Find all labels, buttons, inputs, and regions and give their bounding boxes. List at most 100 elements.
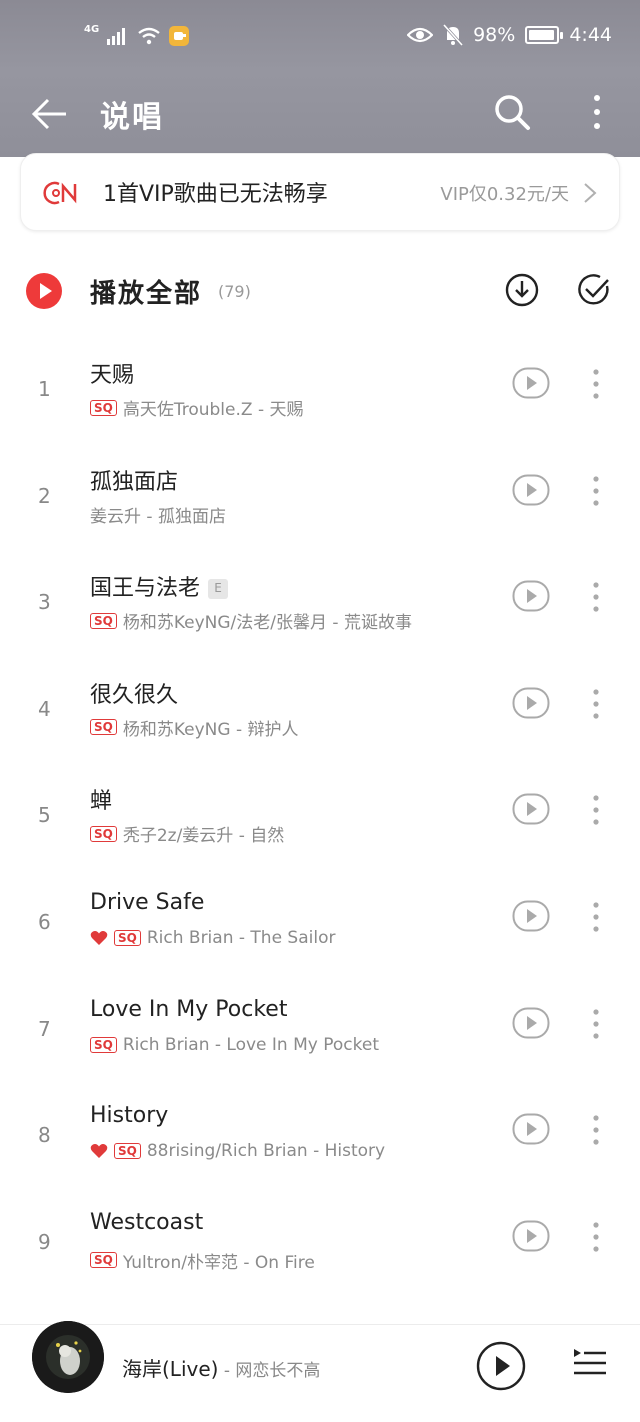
playlist-icon[interactable] <box>572 1345 608 1381</box>
album-cover[interactable] <box>32 1321 104 1393</box>
vip-banner[interactable]: 1首VIP歌曲已无法畅享 VIP仅0.32元/天 <box>20 153 620 231</box>
mv-play-icon[interactable] <box>512 474 550 506</box>
mv-play-icon[interactable] <box>512 367 550 399</box>
song-title[interactable]: 国王与法老 E <box>90 570 229 602</box>
mv-play-icon[interactable] <box>512 793 550 825</box>
mv-play-icon[interactable] <box>512 1220 550 1252</box>
song-index: 5 <box>38 803 51 828</box>
song-title-text: 很久很久 <box>90 682 179 708</box>
status-bar: 4G 98% 4:44 <box>0 0 640 80</box>
multi-select-icon[interactable] <box>576 272 612 308</box>
play-all-icon[interactable] <box>26 273 62 309</box>
song-index: 1 <box>38 377 51 401</box>
now-playing[interactable]: 海岸(Live) - 网恋长不高 <box>122 1353 320 1382</box>
song-title-text: 天赐 <box>90 363 135 388</box>
now-playing-title: 海岸(Live) <box>122 1357 219 1381</box>
song-row[interactable]: 4 很久很久 SQ 杨和苏KeyNG - 辩护人 <box>0 655 640 762</box>
song-more-icon[interactable] <box>584 1113 608 1147</box>
song-title[interactable]: History <box>90 1103 168 1128</box>
heart-icon <box>90 931 108 945</box>
chevron-right-icon <box>584 183 597 203</box>
song-artist-album: 杨和苏KeyNG - 辩护人 <box>122 719 299 740</box>
mv-play-icon[interactable] <box>512 580 550 612</box>
song-more-icon[interactable] <box>584 793 608 827</box>
status-left: 4G <box>84 23 190 46</box>
song-list: 1 天赐 SQ 高天佐Trouble.Z - 天赐 2 孤独面店姜云升 - 孤独面店 3 国王… <box>0 335 640 1294</box>
status-right: 98% 4:44 <box>407 24 612 46</box>
back-arrow-icon[interactable] <box>30 94 70 134</box>
mute-bell-icon <box>443 24 464 46</box>
song-row[interactable]: 2 孤独面店姜云升 - 孤独面店 <box>0 442 640 549</box>
song-title-text: 蝉 <box>90 789 113 815</box>
play-pause-icon[interactable] <box>476 1341 526 1391</box>
mv-play-icon[interactable] <box>512 687 550 719</box>
mini-player[interactable]: 海岸(Live) - 网恋长不高 <box>0 1321 640 1422</box>
nav-bar: 说唱 <box>0 82 640 157</box>
sq-badge: SQ <box>114 1143 141 1160</box>
explicit-badge: E <box>208 579 229 600</box>
song-index: 2 <box>38 483 51 508</box>
song-more-icon[interactable] <box>584 900 608 934</box>
song-artist-album: Yultron/朴宰范 - On Fire <box>122 1252 315 1273</box>
eye-icon <box>407 27 434 43</box>
song-row[interactable]: 5 蝉 SQ 秃子2z/姜云升 - 自然 <box>0 761 640 868</box>
sq-badge: SQ <box>90 612 117 629</box>
clock: 4:44 <box>569 24 612 46</box>
battery-icon <box>525 26 564 44</box>
sq-badge: SQ <box>90 719 117 736</box>
network-type: 4G <box>84 23 100 35</box>
battery-percent: 98% <box>473 24 516 46</box>
song-title-text: Westcoast <box>90 1209 204 1235</box>
song-title[interactable]: 天赐 <box>90 357 134 389</box>
search-icon[interactable] <box>492 92 532 132</box>
song-subtitle: SQ Rich Brian - Love In My Pocket <box>90 1035 379 1055</box>
song-more-icon[interactable] <box>584 474 608 508</box>
now-playing-artist: - 网恋长不高 <box>218 1361 321 1381</box>
song-row[interactable]: 7 Love In My Pocket SQ Rich Brian - Love In… <box>0 975 640 1082</box>
sq-badge: SQ <box>90 399 117 416</box>
song-title-text: 国王与法老 <box>90 576 201 602</box>
play-all-row[interactable]: 播放全部 (79) <box>0 258 640 328</box>
song-index: 7 <box>38 1016 51 1041</box>
song-title[interactable]: 蝉 <box>90 783 112 815</box>
song-row[interactable]: 3 国王与法老 E SQ 杨和苏KeyNG/法老/张馨月 - 荒诞故事 <box>0 548 640 655</box>
song-title[interactable]: Drive Safe <box>90 890 204 915</box>
song-title[interactable]: 很久很久 <box>90 677 178 709</box>
song-row[interactable]: 8 History SQ 88rising/Rich Brian - History <box>0 1081 640 1188</box>
song-artist-album: 高天佐Trouble.Z - 天赐 <box>122 400 304 420</box>
song-title-text: History <box>90 1103 169 1129</box>
song-row[interactable]: 9 Westcoast SQ Yultron/朴宰范 - On Fire <box>0 1188 640 1295</box>
sq-badge: SQ <box>90 825 117 842</box>
mv-play-icon[interactable] <box>512 900 550 932</box>
song-subtitle: SQ Rich Brian - The Sailor <box>90 928 335 948</box>
vip-offer[interactable]: VIP仅0.32元/天 <box>440 180 569 206</box>
song-count: (79) <box>218 282 251 301</box>
song-row[interactable]: 6 Drive Safe SQ Rich Brian - The Sailor <box>0 868 640 975</box>
song-title[interactable]: Love In My Pocket <box>90 997 287 1022</box>
mv-play-icon[interactable] <box>512 1113 550 1145</box>
song-row[interactable]: 1 天赐 SQ 高天佐Trouble.Z - 天赐 <box>0 335 640 442</box>
song-subtitle: SQ 杨和苏KeyNG - 辩护人 <box>90 715 299 740</box>
song-more-icon[interactable] <box>584 367 608 401</box>
download-icon[interactable] <box>504 272 540 308</box>
page-title: 说唱 <box>100 100 164 135</box>
play-all-label[interactable]: 播放全部 <box>90 273 202 310</box>
battery-level <box>529 30 555 40</box>
song-more-icon[interactable] <box>584 1007 608 1041</box>
song-more-icon[interactable] <box>584 580 608 614</box>
song-subtitle: 姜云升 - 孤独面店 <box>90 502 226 527</box>
wifi-icon <box>138 27 160 45</box>
sq-badge: SQ <box>90 1036 117 1053</box>
mv-play-icon[interactable] <box>512 1007 550 1039</box>
song-more-icon[interactable] <box>584 1220 608 1254</box>
song-subtitle: SQ Yultron/朴宰范 - On Fire <box>90 1248 315 1273</box>
song-subtitle: SQ 88rising/Rich Brian - History <box>90 1141 385 1161</box>
song-title[interactable]: Westcoast <box>90 1210 203 1235</box>
song-title[interactable]: 孤独面店 <box>90 464 178 496</box>
more-vertical-icon[interactable] <box>582 92 612 132</box>
song-index: 3 <box>38 590 51 615</box>
song-more-icon[interactable] <box>584 687 608 721</box>
sq-badge: SQ <box>114 929 141 946</box>
song-artist-album: Rich Brian - The Sailor <box>146 927 336 948</box>
song-title-text: Love In My Pocket <box>90 996 288 1022</box>
